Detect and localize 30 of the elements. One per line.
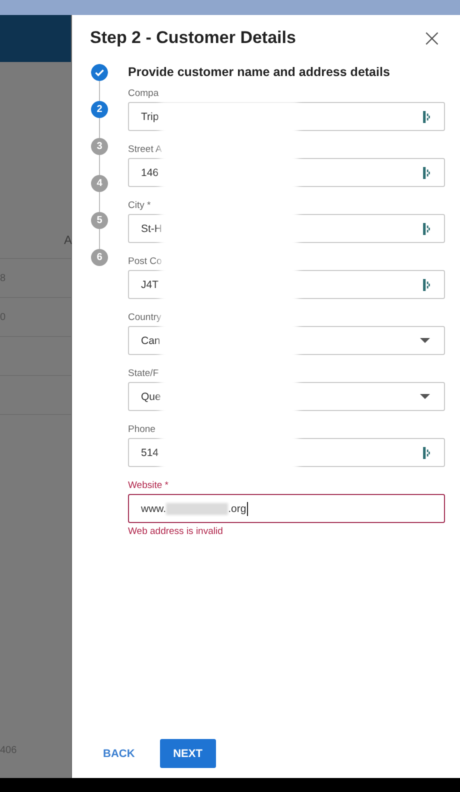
field-label: City * (128, 200, 152, 211)
next-button[interactable]: NEXT (160, 739, 216, 768)
field-label: Compa (128, 88, 160, 99)
column-heading: A (64, 233, 72, 247)
step-number: 4 (91, 175, 108, 192)
step-number: 6 (91, 249, 108, 266)
back-button[interactable]: BACK (101, 748, 137, 760)
input-field[interactable]: www. .org (128, 494, 445, 523)
error-message: Web address is invalid (128, 526, 224, 537)
autofill-icon (423, 222, 430, 234)
autofill-icon (423, 446, 430, 458)
autofill-icon (423, 110, 430, 122)
step-number: 2 (91, 101, 108, 118)
field-label: Country (128, 312, 162, 323)
close-button[interactable]: × (418, 26, 446, 50)
field-label: Street A (128, 144, 163, 155)
field-label: Post Co (128, 256, 163, 267)
autofill-icon (423, 166, 430, 178)
blurred-text (166, 502, 228, 514)
app-header-bar (0, 15, 71, 62)
field-label: Phone (128, 424, 156, 435)
step-number: 5 (91, 212, 108, 229)
field-label: State/F (128, 368, 160, 379)
autofill-icon (423, 278, 430, 290)
dropdown-arrow-icon (420, 394, 430, 399)
field-label: Website * (128, 480, 170, 491)
step-heading: Provide customer name and address details (128, 65, 391, 79)
dialog-title: Step 2 - Customer Details (90, 28, 296, 48)
step-number: 3 (91, 138, 108, 155)
dropdown-arrow-icon (420, 338, 430, 343)
